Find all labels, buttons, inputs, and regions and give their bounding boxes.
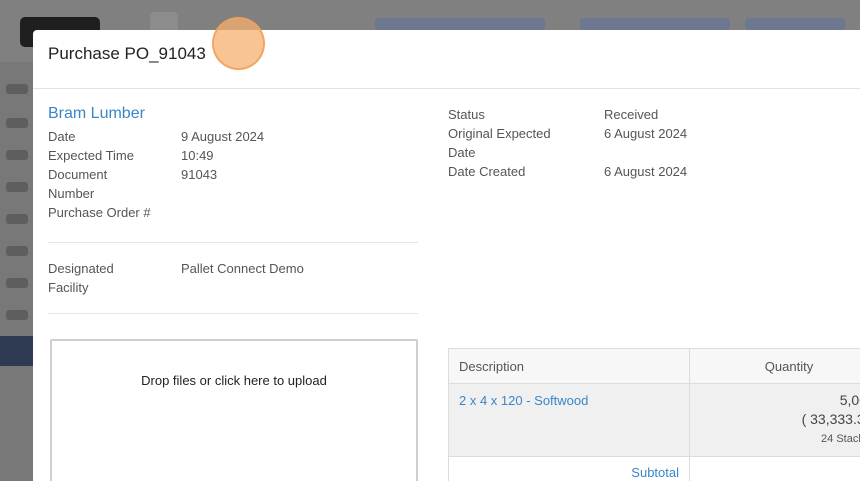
- detail-row-purchase-order: Purchase Order #: [48, 203, 418, 222]
- sidebar-item: [6, 246, 28, 256]
- detail-value: 9 August 2024: [181, 129, 265, 144]
- background-sidebar: [0, 62, 33, 481]
- detail-value: 6 August 2024: [604, 164, 688, 179]
- cursor-indicator: [212, 17, 265, 70]
- line-items-table: Description Quantity 2 x 4 x 120 - Softw…: [448, 348, 860, 481]
- divider: [48, 313, 418, 314]
- item-description-cell: 2 x 4 x 120 - Softwood: [449, 384, 690, 456]
- detail-value: Pallet Connect Demo: [181, 261, 304, 276]
- purchase-details-left: Bram Lumber Date 9 August 2024 Expected …: [48, 105, 418, 222]
- subtotal-link[interactable]: Subtotal: [631, 465, 679, 480]
- item-quantity-cell: 5,000 E ( 33,333.3333 24 Stacks + 8: [690, 384, 860, 456]
- sidebar-item: [6, 278, 28, 288]
- purchase-modal: Purchase PO_91043 Bram Lumber Date 9 Aug…: [33, 17, 860, 481]
- divider: [48, 242, 418, 243]
- detail-label: Date: [48, 129, 76, 144]
- background-link: [580, 18, 730, 30]
- sidebar-item: [6, 182, 28, 192]
- detail-label: Designated Facility: [48, 261, 114, 295]
- detail-value: Received: [604, 107, 659, 122]
- sidebar-item: [6, 214, 28, 224]
- subtotal-value-cell: [690, 457, 860, 481]
- detail-label: Date Created: [448, 164, 526, 179]
- dropzone-text: Drop files or click here to upload: [141, 373, 327, 388]
- quantity-secondary: ( 33,333.3333: [801, 411, 860, 427]
- file-dropzone[interactable]: Drop files or click here to upload: [50, 339, 418, 481]
- detail-label: Status: [448, 107, 485, 122]
- detail-value: 6 August 2024: [604, 126, 688, 141]
- detail-label: Original Expected Date: [448, 126, 551, 160]
- subtotal-label-cell: Subtotal: [449, 457, 690, 481]
- sidebar-item: [6, 118, 28, 128]
- table-row: 2 x 4 x 120 - Softwood 5,000 E ( 33,333.…: [449, 384, 860, 457]
- table-header: Description Quantity: [449, 349, 860, 384]
- quantity-main: 5,000 E: [839, 392, 860, 408]
- background-link: [375, 18, 545, 30]
- detail-label: Expected Time: [48, 148, 134, 163]
- detail-row-facility: Designated Facility Pallet Connect Demo: [48, 259, 418, 297]
- detail-label: Document Number: [48, 167, 108, 201]
- detail-label: Purchase Order #: [48, 205, 151, 220]
- detail-row-date: Date 9 August 2024: [48, 127, 418, 146]
- detail-row-expected-time: Expected Time 10:49: [48, 146, 418, 165]
- detail-value: 91043: [181, 167, 218, 182]
- detail-row-status: Status Received: [448, 105, 848, 124]
- column-header-description: Description: [449, 349, 690, 383]
- item-link[interactable]: 2 x 4 x 120 - Softwood: [459, 393, 588, 408]
- sidebar-item: [6, 310, 28, 320]
- detail-row-date-created: Date Created 6 August 2024: [448, 162, 848, 181]
- purchase-details-right: Status Received Original Expected Date 6…: [448, 105, 848, 181]
- subtotal-row: Subtotal: [449, 457, 860, 481]
- modal-header: Purchase PO_91043: [33, 17, 860, 89]
- modal-title: Purchase PO_91043: [48, 44, 206, 63]
- sidebar-item: [6, 150, 28, 160]
- quantity-stacks: 24 Stacks + 8: [821, 433, 860, 445]
- sidebar-item: [6, 84, 28, 94]
- detail-value: 10:49: [181, 148, 214, 163]
- detail-row-document-number: Document Number 91043: [48, 165, 418, 203]
- column-header-quantity: Quantity: [764, 358, 814, 374]
- background-link: [745, 18, 845, 30]
- sidebar-item-active: [0, 336, 33, 366]
- detail-row-original-expected-date: Original Expected Date 6 August 2024: [448, 124, 848, 162]
- vendor-link[interactable]: Bram Lumber: [48, 105, 418, 123]
